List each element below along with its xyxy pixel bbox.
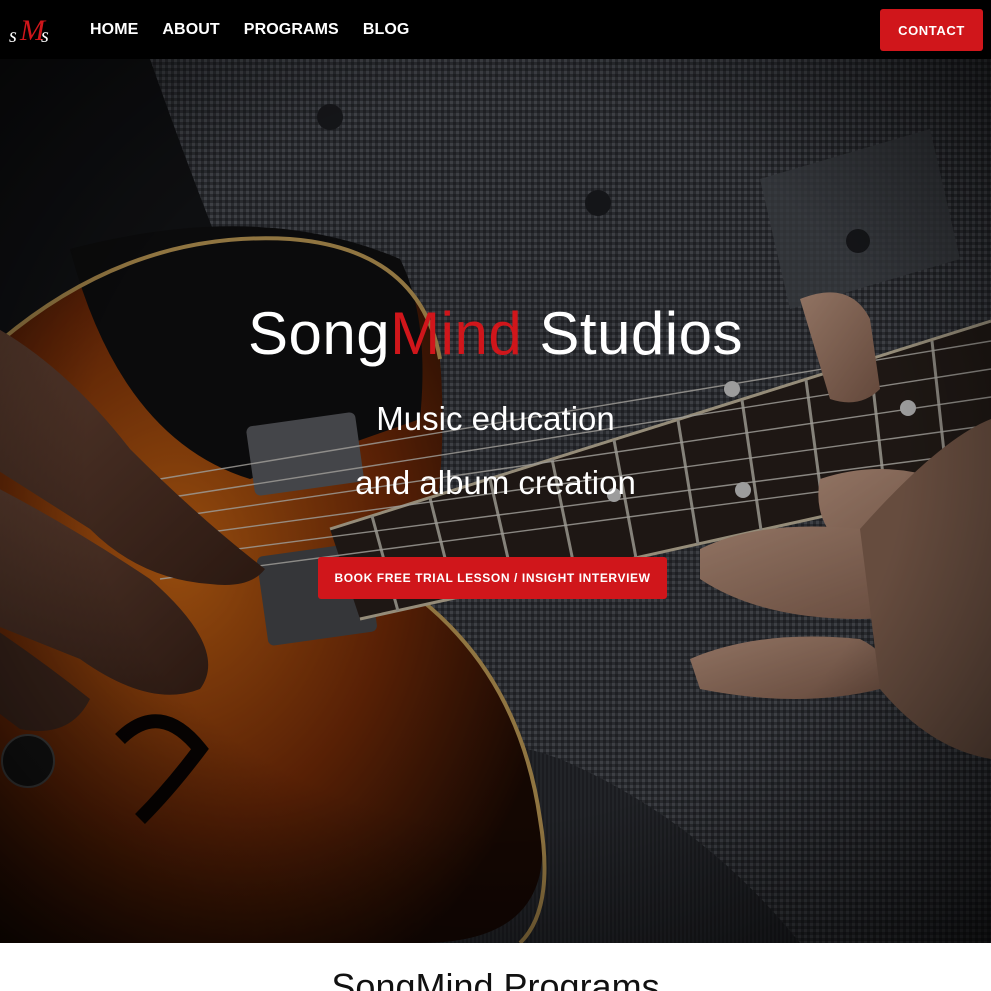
hero-subtitle-line2: and album creation [355, 464, 636, 501]
svg-text:s: s [9, 25, 17, 47]
sms-logo[interactable]: s M s [8, 10, 56, 48]
contact-button[interactable]: CONTACT [880, 9, 983, 51]
main-nav: HOME ABOUT PROGRAMS BLOG [90, 0, 433, 59]
programs-heading: SongMind Programs [331, 966, 660, 991]
nav-about[interactable]: ABOUT [162, 21, 219, 39]
hero-section: SongMind Studios Music education and alb… [0, 59, 991, 943]
hero-title: SongMind Studios [0, 299, 991, 368]
top-navbar: s M s HOME ABOUT PROGRAMS BLOG CONTACT [0, 0, 991, 59]
title-studios: Studios [522, 300, 743, 367]
book-trial-button[interactable]: BOOK FREE TRIAL LESSON / INSIGHT INTERVI… [318, 557, 667, 599]
title-mind-accent: Mind [390, 300, 523, 367]
nav-programs[interactable]: PROGRAMS [244, 21, 339, 39]
nav-home[interactable]: HOME [90, 21, 138, 39]
title-song: Song [248, 300, 391, 367]
hero-subtitle-line1: Music education [376, 400, 615, 437]
nav-blog[interactable]: BLOG [363, 21, 410, 39]
svg-text:s: s [41, 25, 49, 47]
